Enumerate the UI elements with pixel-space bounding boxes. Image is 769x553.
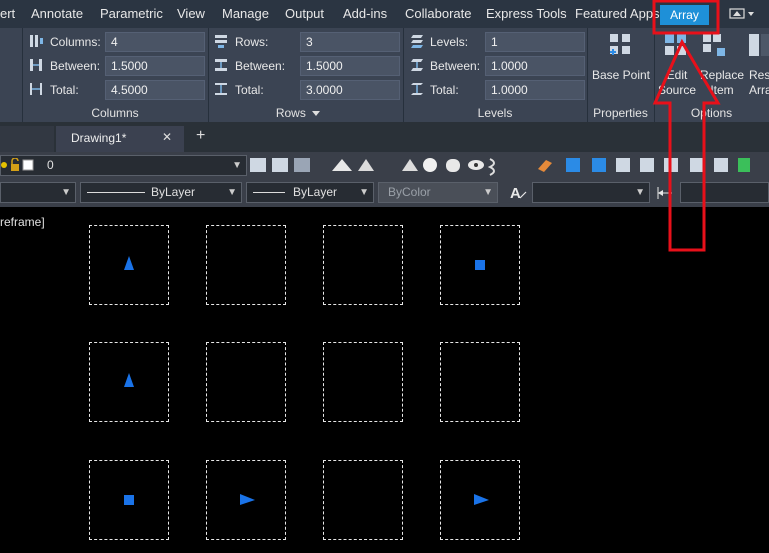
- array-grid: [0, 0, 769, 553]
- array-cell[interactable]: [323, 460, 403, 540]
- array-cell[interactable]: [323, 342, 403, 422]
- triangle-entity-icon[interactable]: [89, 342, 169, 422]
- array-cell[interactable]: [206, 225, 286, 305]
- array-cell[interactable]: [440, 225, 520, 305]
- array-cell[interactable]: [89, 342, 169, 422]
- array-cell[interactable]: [440, 342, 520, 422]
- square-entity-icon[interactable]: [440, 225, 520, 305]
- array-cell[interactable]: [206, 460, 286, 540]
- arrow-entity-icon[interactable]: [206, 460, 286, 540]
- triangle-entity-icon[interactable]: [89, 225, 169, 305]
- square-entity-icon[interactable]: [89, 460, 169, 540]
- arrow-entity-icon[interactable]: [440, 460, 520, 540]
- array-cell[interactable]: [89, 225, 169, 305]
- array-cell[interactable]: [440, 460, 520, 540]
- array-cell[interactable]: [89, 460, 169, 540]
- array-cell[interactable]: [206, 342, 286, 422]
- array-cell[interactable]: [323, 225, 403, 305]
